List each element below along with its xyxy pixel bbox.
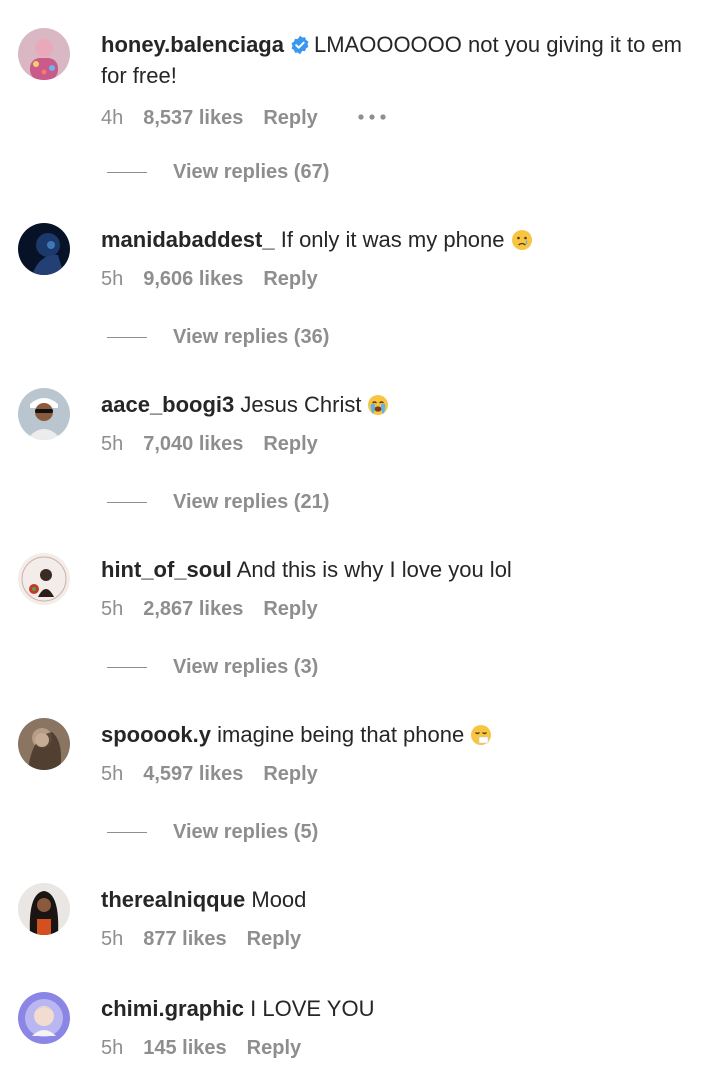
comment-text: imagine being that phone [217, 722, 465, 747]
avatar-image [18, 992, 70, 1044]
reply-button[interactable]: Reply [263, 598, 317, 620]
replies-divider [107, 172, 147, 174]
view-replies-label: View replies (3) [173, 656, 319, 678]
avatar[interactable] [18, 388, 70, 440]
crying-face-icon [511, 230, 532, 250]
loudly-crying-face-icon [368, 395, 389, 415]
avatar-image [18, 388, 70, 440]
comment-text-block: aace_boogi3 Jesus Christ [101, 389, 701, 420]
reply-button[interactable]: Reply [263, 107, 317, 129]
likes-count[interactable]: 8,537 likes [143, 107, 243, 129]
comment-meta: 5h 2,867 likes Reply [101, 597, 318, 621]
likes-count[interactable]: 877 likes [143, 928, 226, 950]
avatar[interactable] [18, 992, 70, 1044]
username[interactable]: chimi.graphic [101, 996, 244, 1021]
timestamp: 4h [101, 107, 124, 129]
avatar[interactable] [18, 883, 70, 935]
comment-text-block: hint_of_soul And this is why I love you … [101, 554, 701, 585]
avatar-image [18, 28, 70, 80]
username[interactable]: therealniqque [101, 887, 245, 912]
avatar-image [18, 718, 70, 770]
comment-text: Jesus Christ [240, 392, 362, 417]
timestamp: 5h [101, 1037, 124, 1059]
avatar-image [18, 883, 70, 935]
timestamp: 5h [101, 598, 124, 620]
timestamp: 5h [101, 433, 124, 455]
username[interactable]: manidabaddest_ [101, 227, 275, 252]
view-replies-button[interactable]: View replies (21) [107, 490, 329, 514]
replies-divider [107, 667, 147, 669]
reply-button[interactable]: Reply [263, 763, 317, 785]
comment-text: If only it was my phone [280, 227, 505, 252]
avatar[interactable] [18, 223, 70, 275]
username[interactable]: spooook.y [101, 722, 211, 747]
view-replies-label: View replies (21) [173, 491, 330, 513]
timestamp: 5h [101, 763, 124, 785]
username[interactable]: honey.balenciaga [101, 32, 284, 57]
view-replies-button[interactable]: View replies (5) [107, 820, 318, 844]
avatar[interactable] [18, 553, 70, 605]
comment-text: And this is why I love you lol [236, 557, 512, 582]
username[interactable]: aace_boogi3 [101, 392, 234, 417]
reply-button[interactable]: Reply [247, 1037, 301, 1059]
comment-text: I LOVE YOU [250, 996, 375, 1021]
reply-button[interactable]: Reply [247, 928, 301, 950]
more-options-icon[interactable] [358, 102, 386, 126]
view-replies-button[interactable]: View replies (3) [107, 655, 318, 679]
comment-text-block: manidabaddest_ If only it was my phone [101, 224, 701, 255]
view-replies-label: View replies (36) [173, 326, 330, 348]
replies-divider [107, 337, 147, 339]
likes-count[interactable]: 4,597 likes [143, 763, 243, 785]
comment-meta: 4h 8,537 likes Reply [101, 102, 386, 130]
likes-count[interactable]: 145 likes [143, 1037, 226, 1059]
reply-button[interactable]: Reply [263, 268, 317, 290]
comment-text-block: honey.balenciaga LMAOOOOOO not you giving… [101, 29, 701, 91]
view-replies-button[interactable]: View replies (67) [107, 160, 329, 184]
timestamp: 5h [101, 268, 124, 290]
sneezing-face-icon [471, 725, 492, 745]
comment-meta: 5h 877 likes Reply [101, 927, 301, 951]
likes-count[interactable]: 2,867 likes [143, 598, 243, 620]
reply-button[interactable]: Reply [263, 433, 317, 455]
comment-meta: 5h 9,606 likes Reply [101, 267, 318, 291]
comment-text: Mood [251, 887, 307, 912]
comment-text-block: chimi.graphic I LOVE YOU [101, 993, 701, 1024]
replies-divider [107, 832, 147, 834]
likes-count[interactable]: 7,040 likes [143, 433, 243, 455]
comment-meta: 5h 145 likes Reply [101, 1036, 301, 1060]
avatar-image [18, 223, 70, 275]
verified-badge-icon [291, 35, 309, 55]
likes-count[interactable]: 9,606 likes [143, 268, 243, 290]
avatar[interactable] [18, 718, 70, 770]
replies-divider [107, 502, 147, 504]
comment-meta: 5h 7,040 likes Reply [101, 432, 318, 456]
avatar-image [18, 553, 70, 605]
view-replies-button[interactable]: View replies (36) [107, 325, 329, 349]
comment-text-block: spooook.y imagine being that phone [101, 719, 701, 750]
timestamp: 5h [101, 928, 124, 950]
view-replies-label: View replies (5) [173, 821, 319, 843]
comment-meta: 5h 4,597 likes Reply [101, 762, 318, 786]
username[interactable]: hint_of_soul [101, 557, 232, 582]
comment-text-block: therealniqque Mood [101, 884, 701, 915]
view-replies-label: View replies (67) [173, 161, 330, 183]
avatar[interactable] [18, 28, 70, 80]
